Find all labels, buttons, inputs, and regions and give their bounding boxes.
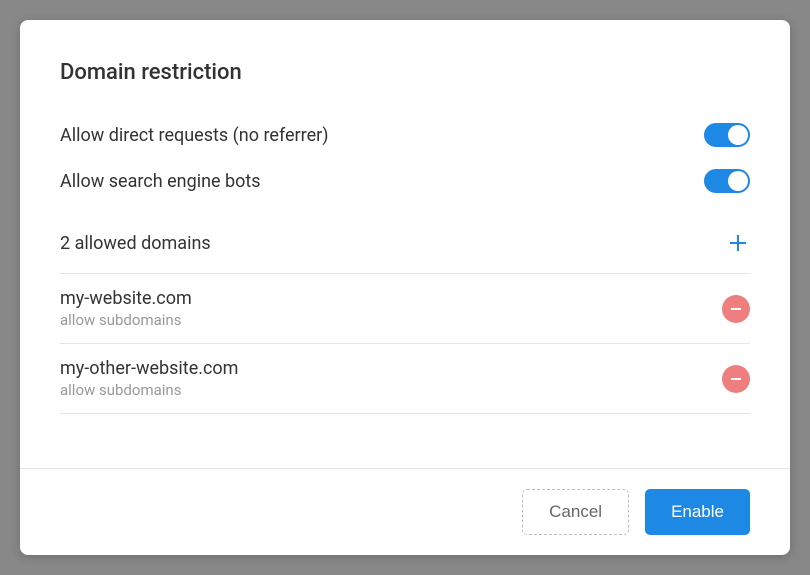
toggle-label: Allow direct requests (no referrer) xyxy=(60,125,329,146)
domain-name: my-other-website.com xyxy=(60,358,238,379)
cancel-button[interactable]: Cancel xyxy=(522,489,629,535)
toggle-row-search-bots: Allow search engine bots xyxy=(60,169,750,193)
plus-icon xyxy=(726,231,750,255)
toggle-knob xyxy=(728,125,748,145)
domains-count-label: 2 allowed domains xyxy=(60,233,211,254)
toggle-search-bots[interactable] xyxy=(704,169,750,193)
minus-icon xyxy=(728,301,744,317)
enable-button[interactable]: Enable xyxy=(645,489,750,535)
toggle-knob xyxy=(728,171,748,191)
toggle-label: Allow search engine bots xyxy=(60,171,261,192)
domain-subdomains-label: allow subdomains xyxy=(60,381,238,399)
domain-info: my-website.com allow subdomains xyxy=(60,288,192,329)
domain-name: my-website.com xyxy=(60,288,192,309)
domain-row: my-website.com allow subdomains xyxy=(60,274,750,344)
domain-info: my-other-website.com allow subdomains xyxy=(60,358,238,399)
add-domain-button[interactable] xyxy=(726,231,750,255)
domains-header: 2 allowed domains xyxy=(60,231,750,274)
domain-restriction-modal: Domain restriction Allow direct requests… xyxy=(20,20,790,555)
toggle-row-direct-requests: Allow direct requests (no referrer) xyxy=(60,123,750,147)
modal-body: Domain restriction Allow direct requests… xyxy=(20,20,790,468)
domain-subdomains-label: allow subdomains xyxy=(60,311,192,329)
modal-footer: Cancel Enable xyxy=(20,468,790,555)
toggle-direct-requests[interactable] xyxy=(704,123,750,147)
domain-row: my-other-website.com allow subdomains xyxy=(60,344,750,414)
remove-domain-button[interactable] xyxy=(722,295,750,323)
remove-domain-button[interactable] xyxy=(722,365,750,393)
modal-title: Domain restriction xyxy=(60,60,750,85)
minus-icon xyxy=(728,371,744,387)
